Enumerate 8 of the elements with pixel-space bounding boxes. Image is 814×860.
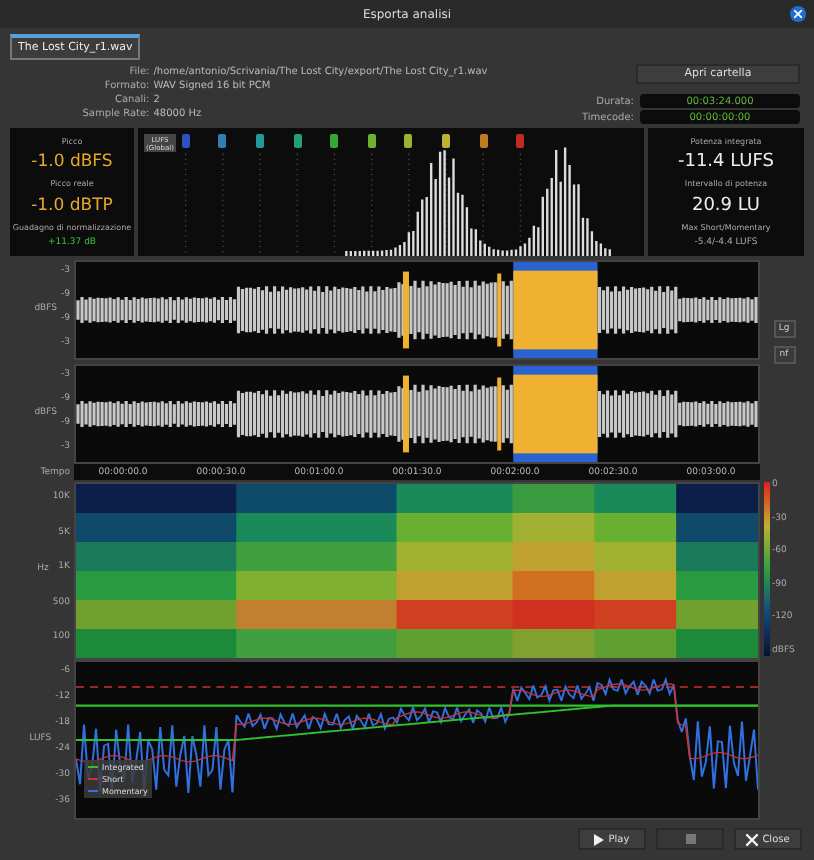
meter-value: -1.0 dBTP [31, 195, 113, 216]
meter-value: -11.4 LUFS [677, 151, 775, 172]
close-icon[interactable] [790, 6, 806, 22]
play-icon [594, 833, 605, 845]
meter-value: 20.9 LU [691, 195, 761, 216]
meter-value: -1.0 dBFS [31, 151, 113, 172]
stop-icon [685, 834, 695, 844]
close-icon [746, 833, 759, 845]
